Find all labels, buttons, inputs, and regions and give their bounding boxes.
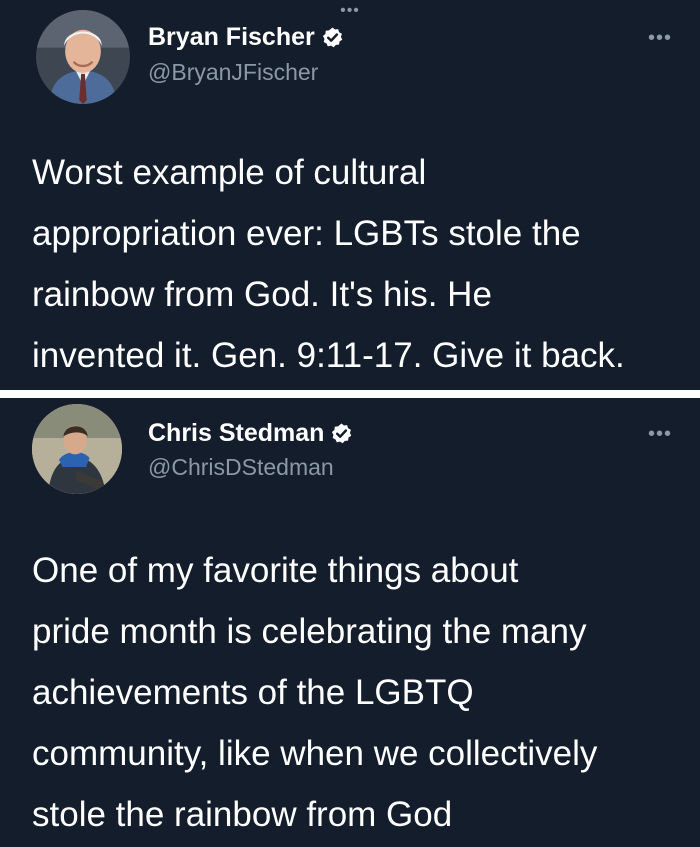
tweet-text: One of my favorite things about pride mo… — [32, 540, 682, 845]
tweet-card[interactable]: ••• Bryan Fischer @BryanJFischer ••• Wor… — [0, 0, 700, 390]
tweet-text-line: appropriation ever: LGBTs stole the — [32, 214, 581, 253]
author-name-row[interactable]: Chris Stedman — [148, 418, 353, 448]
tweet-text-line: rainbow from God. It's his. He — [32, 275, 492, 314]
author-name-row[interactable]: Bryan Fischer — [148, 22, 344, 52]
verified-badge-icon — [330, 422, 353, 445]
author-name[interactable]: Bryan Fischer — [148, 22, 315, 52]
tweet-card[interactable]: Chris Stedman @ChrisDStedman ••• One of … — [0, 398, 700, 847]
tweet-text-line: Worst example of cultural — [32, 153, 427, 192]
tweet-text-line: stole the rainbow from God — [32, 795, 453, 834]
more-options-icon[interactable]: ••• — [648, 28, 672, 48]
tweet-text-line: invented it. Gen. 9:11-17. Give it back. — [32, 336, 625, 375]
author-handle[interactable]: @BryanJFischer — [148, 58, 318, 86]
avatar[interactable] — [36, 10, 130, 104]
avatar-photo — [32, 404, 122, 494]
tweet-text-line: One of my favorite things about — [32, 551, 519, 590]
tweet-text-line: achievements of the LGBTQ — [32, 673, 474, 712]
more-options-icon[interactable]: ••• — [648, 424, 672, 444]
tweet-text: Worst example of cultural appropriation … — [32, 142, 682, 386]
author-handle[interactable]: @ChrisDStedman — [148, 453, 334, 481]
avatar-photo — [36, 10, 130, 104]
avatar[interactable] — [32, 404, 122, 494]
tweet-text-line: community, like when we collectively — [32, 734, 598, 773]
tweet-text-line: pride month is celebrating the many — [32, 612, 587, 651]
verified-badge-icon — [321, 26, 344, 49]
author-name[interactable]: Chris Stedman — [148, 418, 324, 448]
